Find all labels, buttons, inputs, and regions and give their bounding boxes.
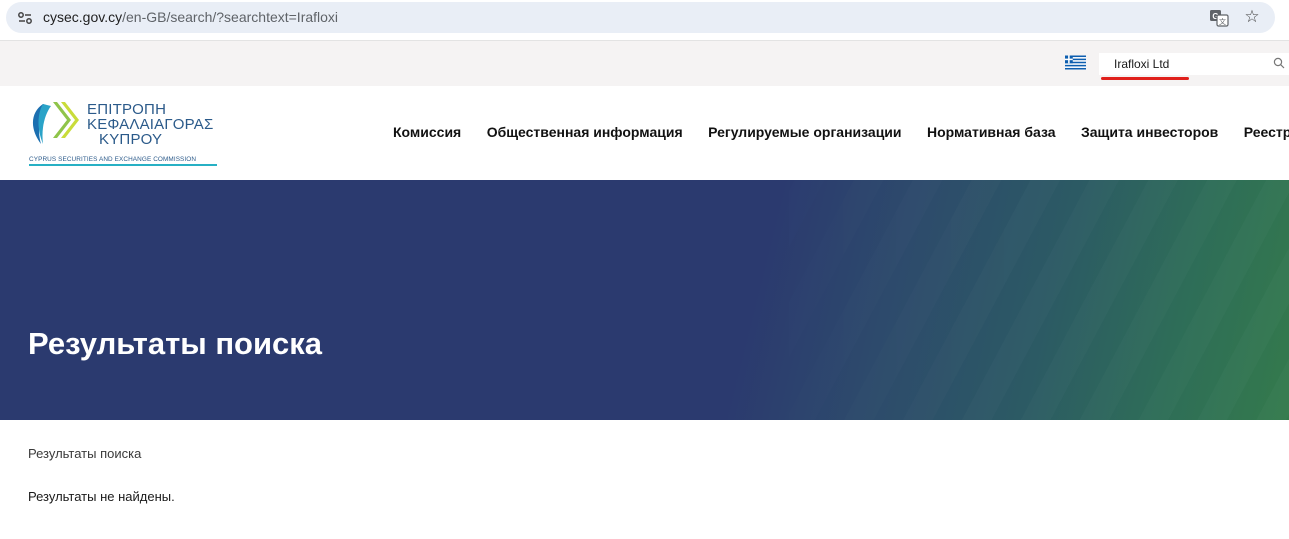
nav-item-regulated-entities[interactable]: Регулируемые организации [708, 124, 901, 140]
site-search-box [1099, 53, 1289, 75]
translate-icon[interactable]: G 文 [1209, 8, 1229, 28]
nav-item-commission[interactable]: Комиссия [393, 124, 461, 140]
url-text[interactable]: cysec.gov.cy/en-GB/search/?searchtext=Ir… [43, 9, 338, 25]
address-bar[interactable]: cysec.gov.cy/en-GB/search/?searchtext=Ir… [6, 2, 1275, 33]
hero-pattern [0, 180, 1289, 420]
url-host: cysec.gov.cy [43, 9, 123, 25]
page-title: Результаты поиска [28, 326, 323, 361]
svg-text:文: 文 [1219, 17, 1226, 26]
hero-banner: Результаты поиска [0, 180, 1289, 420]
greek-flag-icon[interactable] [1065, 55, 1086, 70]
site-search-input[interactable] [1114, 56, 1264, 72]
bookmark-star-icon[interactable]: ☆ [1242, 7, 1262, 27]
logo-line-3: ΚΥΠΡΟΥ [99, 131, 163, 148]
utility-strip [0, 40, 1289, 86]
logo-wordmark: ΕΠΙΤΡΟΠΗ ΚΕΦΑΛΑΙΑΓΟΡΑΣ ΚΥΠΡΟΥ [87, 102, 213, 147]
url-path: /en-GB/search/?searchtext=Irafloxi [122, 9, 339, 25]
logo-emblem-icon [32, 102, 79, 144]
main-navigation: Комиссия Общественная информация Регулир… [393, 124, 1289, 142]
logo-underline [29, 164, 217, 166]
browser-toolbar: cysec.gov.cy/en-GB/search/?searchtext=Ir… [0, 0, 1289, 40]
nav-item-legal-framework[interactable]: Нормативная база [927, 124, 1056, 140]
logo-line-1: ΕΠΙΤΡΟΠΗ [87, 101, 167, 118]
no-results-message: Результаты не найдены. [28, 489, 175, 504]
logo-subtitle: CYPRUS SECURITIES AND EXCHANGE COMMISSIO… [29, 156, 197, 163]
nav-item-registries[interactable]: Реестры и порт [1244, 124, 1289, 140]
annotation-underline-search [1101, 77, 1189, 80]
breadcrumb: Результаты поиска [28, 446, 142, 461]
site-info-icon[interactable] [16, 9, 34, 27]
site-header: ΕΠΙΤΡΟΠΗ ΚΕΦΑΛΑΙΑΓΟΡΑΣ ΚΥΠΡΟΥ CYPRUS SEC… [0, 86, 1289, 180]
logo-line-2: ΚΕΦΑΛΑΙΑΓΟΡΑΣ [87, 116, 214, 133]
cysec-logo[interactable]: ΕΠΙΤΡΟΠΗ ΚΕΦΑΛΑΙΑΓΟΡΑΣ ΚΥΠΡΟΥ CYPRUS SEC… [29, 98, 219, 168]
nav-item-investor-protection[interactable]: Защита инвесторов [1081, 124, 1218, 140]
search-icon[interactable] [1273, 57, 1285, 69]
nav-item-public-information[interactable]: Общественная информация [487, 124, 683, 140]
